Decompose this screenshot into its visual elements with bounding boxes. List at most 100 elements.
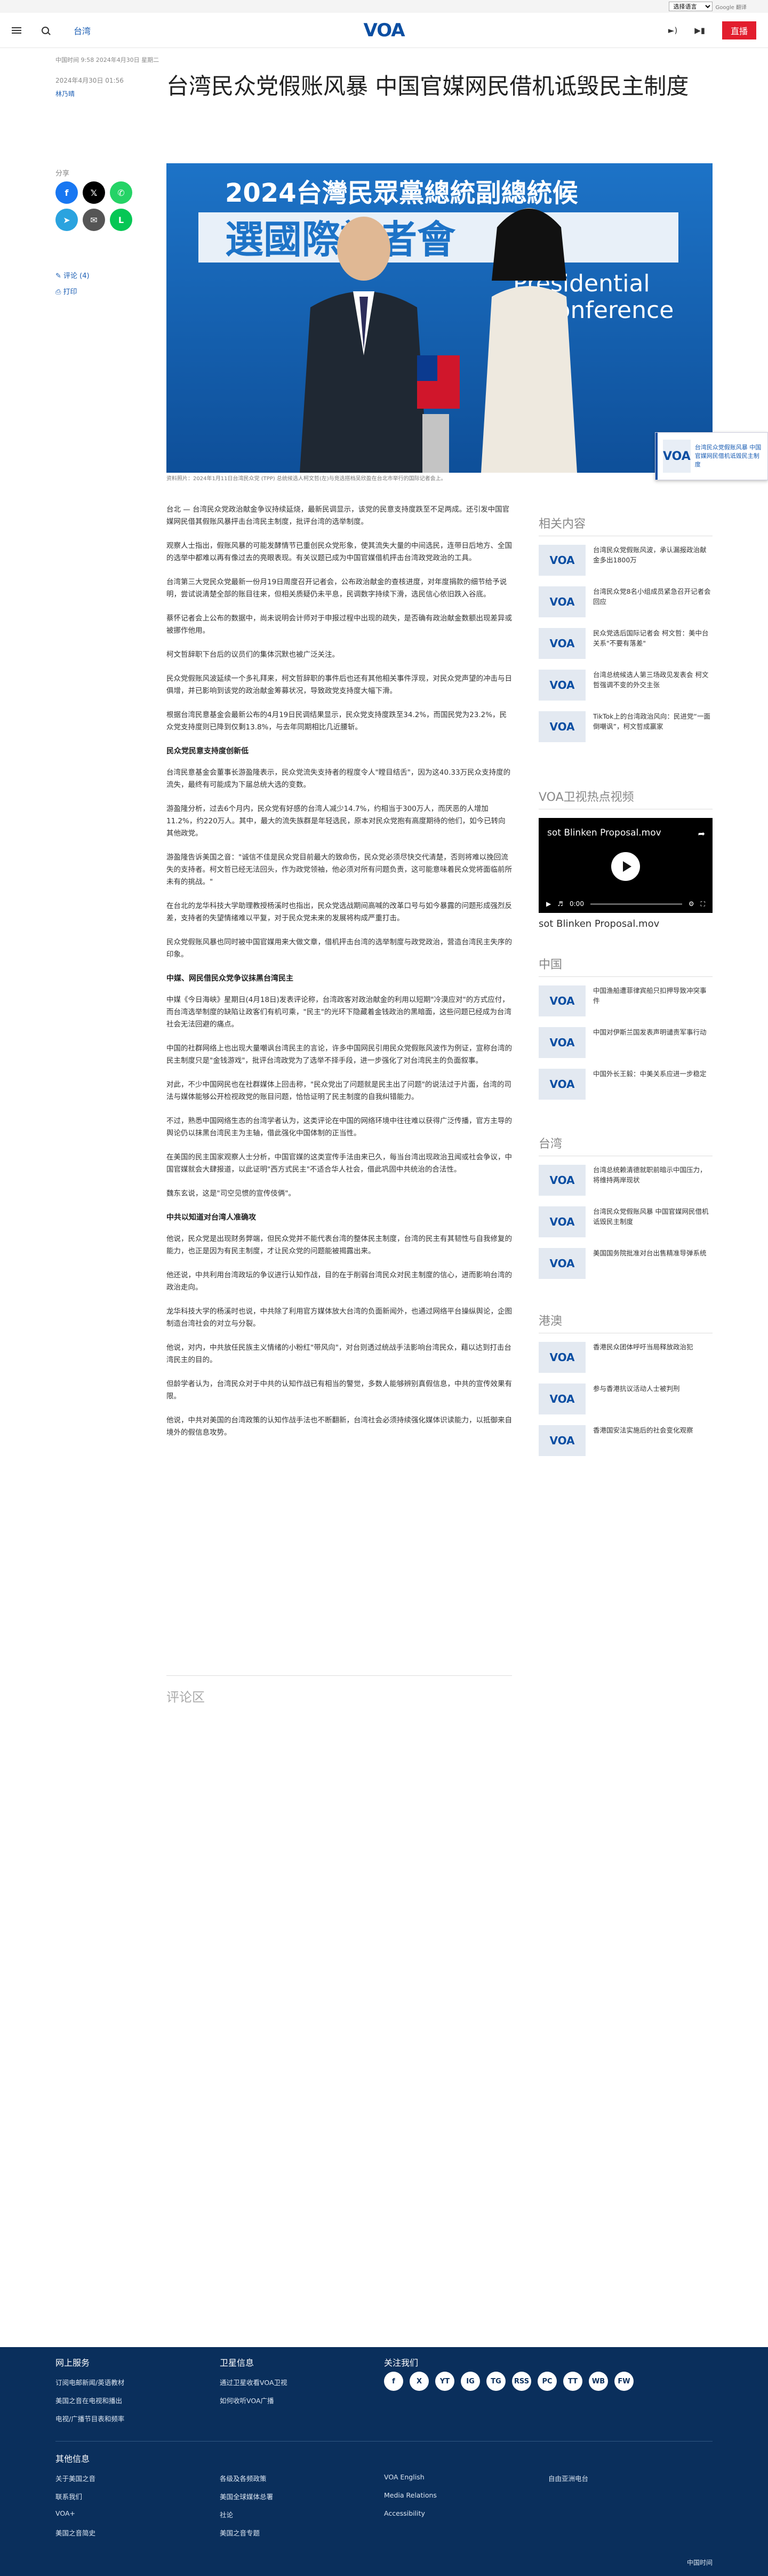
list-item-title[interactable]: 民众党选后国际记者会 柯文哲：美中台关系"不要有落差" <box>593 628 713 648</box>
list-item[interactable]: VOA 参与香港抗议活动人士被判刑 <box>539 1384 713 1414</box>
footer-link[interactable]: 订阅电邮新闻/英语教材 <box>55 2377 124 2387</box>
social-icon[interactable]: YT <box>435 2372 454 2391</box>
list-item-title[interactable]: 台湾总统赖清德就职前暗示中国压力，将维持两岸现状 <box>593 1165 713 1185</box>
footer-other-title: 其他信息 <box>55 2454 90 2464</box>
list-item[interactable]: VOA 香港民众团体呼吁当局释放政治犯 <box>539 1342 713 1373</box>
telegram-icon[interactable]: ➤ <box>55 209 78 231</box>
footer-link[interactable]: 关于美国之音 <box>55 2473 95 2483</box>
list-item-title[interactable]: 美国国务院批准对台出售精准导弹系统 <box>593 1248 707 1258</box>
china-list: VOA 中国渔船遭菲律宾船只扣押导致冲突事件 VOA 中国对伊斯兰国发表声明谴责军事行… <box>539 985 713 1100</box>
footer-link[interactable]: 美国之音在电视和播出 <box>55 2395 122 2405</box>
list-item[interactable]: VOA 美国国务院批准对台出售精准导弹系统 <box>539 1248 713 1279</box>
print-link[interactable]: ⎙ 打印 <box>55 286 77 296</box>
footer-link[interactable]: VOA+ <box>55 2509 75 2517</box>
mini-player-title[interactable]: 台湾民众党假账风暴 中国官媒网民借机诋毁民主制度 <box>691 443 767 469</box>
list-item[interactable]: VOA 台湾民众党假账风暴 中国官媒网民借机诋毁民主制度 <box>539 1206 713 1237</box>
list-item-title[interactable]: 香港国安法实施后的社会变化观察 <box>593 1425 693 1435</box>
list-item[interactable]: VOA 中国对伊斯兰国发表声明谴责军事行动 <box>539 1027 713 1058</box>
article-paragraph: 他还说，中共利用台湾政坛的争议进行认知作战，目的在于削弱台湾民众对民主制度的信心… <box>166 1271 512 1292</box>
list-item-title[interactable]: 台湾民众党假账风暴 中国官媒网民借机诋毁民主制度 <box>593 1206 713 1227</box>
video-time: 0:00 <box>570 900 584 908</box>
list-item[interactable]: VOA TikTok上的台湾政治风向：民进党“一面倒嘲讽”，柯文哲成赢家 <box>539 711 713 742</box>
social-icon[interactable]: TT <box>563 2372 582 2391</box>
share-icon[interactable]: ➦ <box>698 829 705 839</box>
footer-link[interactable]: 各级及各频政策 <box>220 2473 267 2483</box>
footer-social-icons: f X YT IG TG RSS PC TT WB FW <box>384 2372 634 2391</box>
list-item[interactable]: VOA 民众党选后国际记者会 柯文哲：美中台关系"不要有落差" <box>539 628 713 659</box>
list-item-title[interactable]: 台湾民众党8名小组成员紧急召开记者会回应 <box>593 586 713 607</box>
video-progress[interactable] <box>590 903 682 905</box>
footer-link[interactable]: 通过卫星收看VOA卫视 <box>220 2377 287 2387</box>
comments-link[interactable]: ✎ 评论 (4) <box>55 270 90 280</box>
article-paragraph: 台北 — 台湾民众党政治献金争议持续延烧，最新民调显示，该党的民意支持度跌至不足… <box>166 505 510 526</box>
footer-link[interactable]: VOA English <box>384 2473 425 2481</box>
list-item[interactable]: VOA 台湾民众党8名小组成员紧急召开记者会回应 <box>539 586 713 617</box>
video-player[interactable]: sot Blinken Proposal.mov ➦ ▶ ♬ 0:00 ⚙ ⛶ <box>539 818 713 913</box>
social-icon[interactable]: RSS <box>512 2372 531 2391</box>
list-item[interactable]: VOA 台湾总统赖清德就职前暗示中国压力，将维持两岸现状 <box>539 1165 713 1196</box>
comments-section-heading: 评论区 <box>166 1675 512 1705</box>
footer-link[interactable]: 联系我们 <box>55 2491 82 2501</box>
thumbnail-logo: VOA <box>539 1027 586 1058</box>
mini-player[interactable]: VOA 台湾民众党假账风暴 中国官媒网民借机诋毁民主制度 <box>655 432 768 480</box>
list-item[interactable]: VOA 中国外长王毅：中美关系应进一步稳定 <box>539 1069 713 1100</box>
footer-link[interactable]: Accessibility <box>384 2509 425 2517</box>
list-item[interactable]: VOA 中国渔船遭菲律宾船只扣押导致冲突事件 <box>539 985 713 1016</box>
social-icon[interactable]: TG <box>486 2372 506 2391</box>
play-small-icon[interactable]: ▶ <box>546 900 551 908</box>
china-heading: 中国 <box>539 955 713 977</box>
menu-icon[interactable] <box>12 27 21 34</box>
fullscreen-icon[interactable]: ⛶ <box>701 900 705 908</box>
thumbnail-logo: VOA <box>539 1248 586 1279</box>
email-icon[interactable]: ✉ <box>83 209 105 231</box>
article-paragraph: 在美国的民主国家观察人士分析，中国官媒的这类宣传手法由来已久，每当台湾出现政治丑… <box>166 1153 512 1174</box>
list-item[interactable]: VOA 台湾民众党假账风波，承认漏报政治献金多出1800万 <box>539 545 713 576</box>
footer-link[interactable]: 美国全球媒体总署 <box>220 2491 273 2501</box>
social-icon[interactable]: X <box>410 2372 429 2391</box>
play-icon[interactable] <box>611 852 640 881</box>
list-item-title[interactable]: 台湾总统候选人第三场政见发表会 柯文哲强调不变的外交主张 <box>593 670 713 690</box>
footer-link[interactable]: 美国之音专题 <box>220 2527 260 2538</box>
footer-link[interactable]: Media Relations <box>384 2491 437 2499</box>
social-icon[interactable]: f <box>384 2372 403 2391</box>
social-icon[interactable]: PC <box>538 2372 557 2391</box>
article-author[interactable]: 林乃晴 <box>55 89 75 98</box>
search-icon[interactable] <box>42 26 49 34</box>
china-section: 中国 VOA 中国渔船遭菲律宾船只扣押导致冲突事件 VOA 中国对伊斯兰国发表声明谴责… <box>539 955 713 1110</box>
footer-link[interactable]: 社论 <box>220 2509 233 2519</box>
section-link[interactable]: 台湾 <box>74 24 91 37</box>
whatsapp-icon[interactable]: ✆ <box>110 181 132 204</box>
thumbnail-logo: VOA <box>539 1425 586 1456</box>
list-item-title[interactable]: 香港民众团体呼吁当局释放政治犯 <box>593 1342 693 1352</box>
list-item-title[interactable]: 台湾民众党假账风波，承认漏报政治献金多出1800万 <box>593 545 713 565</box>
voa-logo[interactable]: VOA <box>357 20 411 41</box>
video-icon[interactable]: ▶▮ <box>694 26 705 35</box>
line-icon[interactable]: L <box>110 209 132 231</box>
list-item-title[interactable]: 中国对伊斯兰国发表声明谴责军事行动 <box>593 1027 707 1037</box>
video-caption[interactable]: sot Blinken Proposal.mov <box>539 918 713 929</box>
banner-top: 2024台灣民眾黨總統副總統候 <box>225 178 579 208</box>
social-icon[interactable]: WB <box>589 2372 608 2391</box>
list-item-title[interactable]: 中国外长王毅：中美关系应进一步稳定 <box>593 1069 707 1079</box>
article-paragraph: 对此，不少中国网民也在社群媒体上回击称，"民众党出了问题就是民主出了问题"的说法… <box>166 1080 511 1101</box>
footer-link[interactable]: 自由亚洲电台 <box>548 2473 588 2483</box>
settings-icon[interactable]: ⚙ <box>689 900 694 908</box>
language-select[interactable]: 选择语言 <box>668 2 713 11</box>
list-item-title[interactable]: 中国渔船遭菲律宾船只扣押导致冲突事件 <box>593 985 713 1006</box>
list-item-title[interactable]: 参与香港抗议活动人士被判刑 <box>593 1384 680 1394</box>
list-item[interactable]: VOA 台湾总统候选人第三场政见发表会 柯文哲强调不变的外交主张 <box>539 670 713 701</box>
footer-link[interactable]: 如何收听VOA广播 <box>220 2395 274 2405</box>
x-icon[interactable]: 𝕏 <box>83 181 105 204</box>
social-icon[interactable]: FW <box>614 2372 634 2391</box>
footer-link[interactable]: 电视/广播节目表和频率 <box>55 2413 124 2423</box>
list-item[interactable]: VOA 香港国安法实施后的社会变化观察 <box>539 1425 713 1456</box>
social-icon[interactable]: IG <box>461 2372 480 2391</box>
facebook-icon[interactable]: f <box>55 181 78 204</box>
article-paragraph: 中国的社群网络上也出现大量嘲讽台湾民主的言论，许多中国网民引用民众党假账风波作为… <box>166 1044 512 1065</box>
footer-link[interactable]: 美国之音简史 <box>55 2527 95 2538</box>
section-heading: 民众党民意支持度创新低 <box>166 747 249 756</box>
volume-icon[interactable]: ♬ <box>557 900 563 908</box>
speaker-icon[interactable]: ►) <box>668 26 677 35</box>
list-item-title[interactable]: TikTok上的台湾政治风向：民进党“一面倒嘲讽”，柯文哲成赢家 <box>593 711 713 732</box>
live-button[interactable]: 直播 <box>722 21 756 39</box>
